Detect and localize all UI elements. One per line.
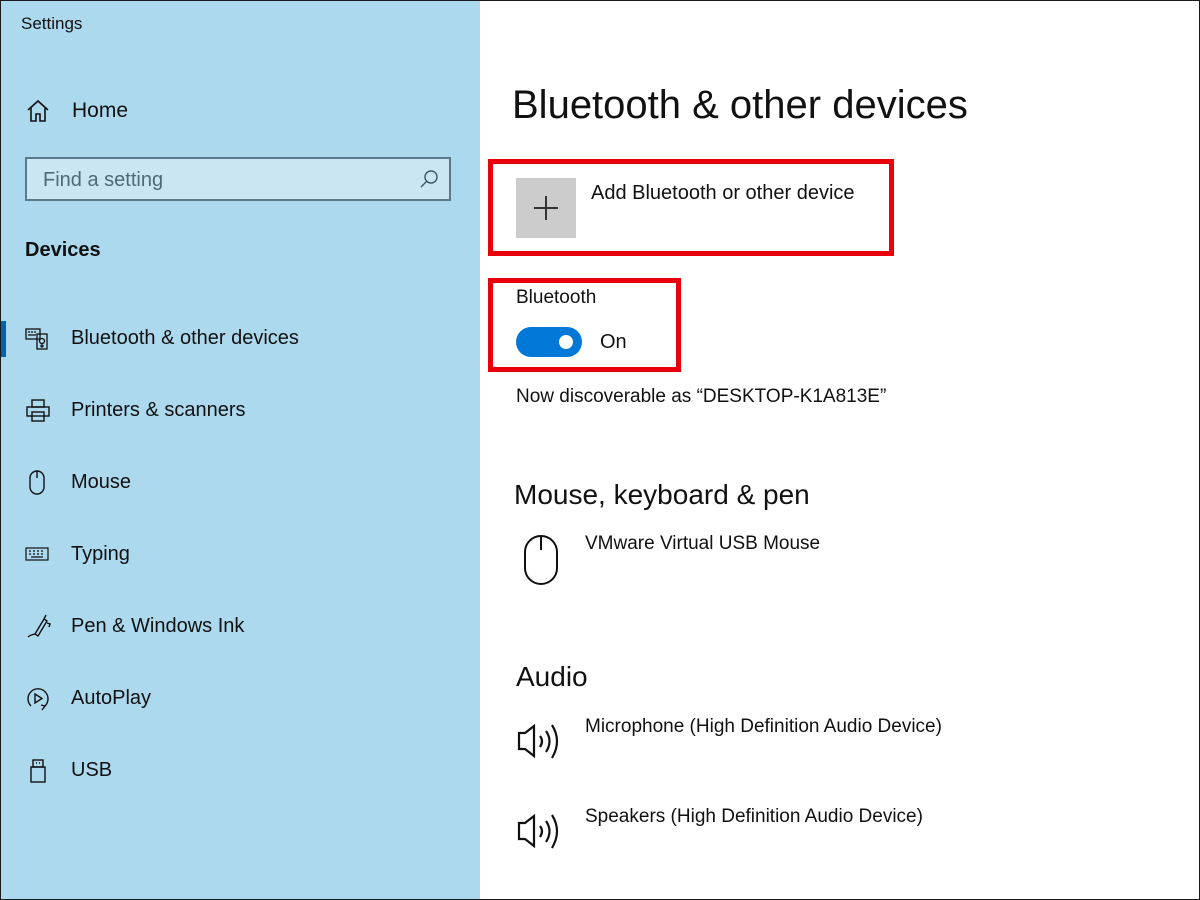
keyboard-icon [25,547,49,561]
sidebar-item-label: Printers & scanners [71,399,246,421]
search-input[interactable] [27,159,425,201]
mouse-icon [524,535,558,585]
autoplay-icon [27,688,49,711]
device-item[interactable]: VMware Virtual USB Mouse [516,533,820,585]
section-heading-audio: Audio [516,661,588,692]
search-icon[interactable] [419,169,439,189]
sidebar-item-usb[interactable]: USB [1,749,480,793]
app-title: Settings [21,14,83,33]
sidebar-item-label: Typing [71,543,130,565]
plus-icon [516,178,576,238]
printer-icon [26,399,50,422]
sidebar-item-typing[interactable]: Typing [1,533,480,577]
home-link[interactable]: Home [25,95,128,127]
section-title: Devices [25,239,101,261]
device-name: Speakers (High Definition Audio Device) [585,806,923,827]
speaker-icon [517,813,559,849]
usb-icon [30,759,46,783]
sidebar-item-bluetooth[interactable]: Bluetooth & other devices [1,317,480,361]
device-item[interactable]: Microphone (High Definition Audio Device… [516,716,942,768]
discoverable-text: Now discoverable as “DESKTOP-K1A813E” [516,386,887,407]
home-label: Home [72,99,129,122]
selected-indicator [1,321,6,357]
device-item[interactable]: Speakers (High Definition Audio Device) [516,806,923,858]
content-pane: Bluetooth & other devices Add Bluetooth … [481,1,1198,898]
bluetooth-state: On [600,331,627,353]
sidebar-item-label: USB [71,759,113,781]
device-name: VMware Virtual USB Mouse [585,533,821,554]
sidebar-item-pen[interactable]: Pen & Windows Ink [1,605,480,649]
sidebar-item-label: Pen & Windows Ink [71,615,245,637]
section-heading-mouse-keyboard-pen: Mouse, keyboard & pen [514,479,810,510]
pen-icon [27,614,51,638]
bluetooth-devices-icon [25,328,48,350]
sidebar-item-mouse[interactable]: Mouse [1,461,480,505]
device-name: Microphone (High Definition Audio Device… [585,716,942,737]
sidebar-item-label: AutoPlay [71,687,152,709]
add-device-button[interactable]: Add Bluetooth or other device [516,178,855,238]
toggle-knob [559,335,573,349]
sidebar-item-label: Bluetooth & other devices [71,327,299,349]
speaker-icon [517,723,559,759]
sidebar: Settings Home Devices Bluetooth & other … [1,1,480,899]
add-device-label: Add Bluetooth or other device [591,182,855,204]
search-box[interactable] [25,157,451,201]
home-icon [27,99,49,122]
sidebar-item-label: Mouse [71,471,132,493]
sidebar-item-autoplay[interactable]: AutoPlay [1,677,480,721]
sidebar-item-printers[interactable]: Printers & scanners [1,389,480,433]
bluetooth-label: Bluetooth [516,287,597,308]
mouse-icon [29,470,45,495]
page-title: Bluetooth & other devices [512,83,968,127]
bluetooth-toggle[interactable] [516,327,582,357]
